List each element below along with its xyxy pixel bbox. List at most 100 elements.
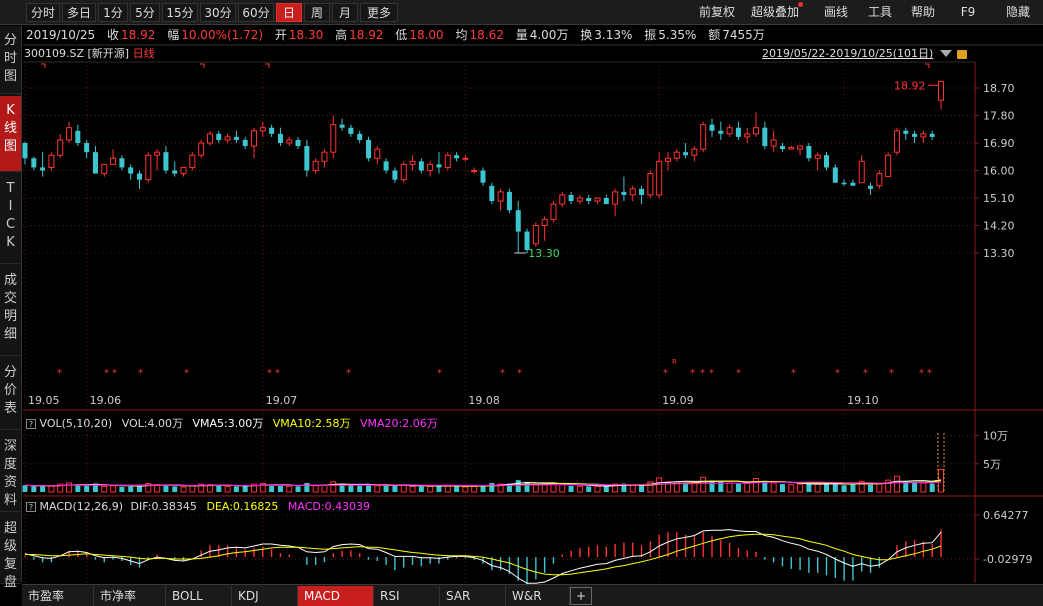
- candle-body: [480, 170, 486, 183]
- event-star-marker: *: [437, 368, 442, 379]
- price-tick-label: 15.10: [983, 192, 1015, 205]
- candle-body: [885, 154, 892, 178]
- volume-bar: [541, 484, 548, 493]
- volume-bar: [330, 481, 337, 493]
- volume-bar: [920, 482, 927, 493]
- candle-body: [744, 133, 751, 138]
- candle-body: [40, 167, 46, 171]
- candle-body: [304, 146, 310, 171]
- candle-body: [726, 127, 733, 135]
- volume-bar: [893, 475, 900, 493]
- candle-body: [392, 170, 398, 180]
- volume-bar: [779, 484, 785, 492]
- candle-body: [312, 160, 319, 171]
- volume-bar: [489, 482, 495, 492]
- indicator-tabs: 市盈率 市净率 BOLL KDJ MACD RSI SAR W&R +: [22, 584, 1043, 606]
- candle-body: [374, 148, 381, 159]
- candle-body: [639, 188, 645, 195]
- indicator-tab[interactable]: 市净率: [94, 586, 166, 606]
- candle-body: [66, 127, 73, 141]
- candle-body: [128, 167, 134, 174]
- candle-body: [444, 154, 451, 168]
- candle-body: [788, 147, 795, 150]
- candle-body: [454, 155, 460, 159]
- candle-body: [797, 145, 804, 150]
- volume-bar: [348, 485, 354, 492]
- min-price-label: 13.30: [528, 247, 560, 260]
- candle-body: [198, 142, 205, 156]
- volume-bar: [189, 485, 196, 493]
- volume-bar: [770, 482, 777, 493]
- candle-body: [814, 154, 821, 159]
- candle-body: [48, 154, 55, 168]
- volume-bar: [639, 485, 645, 492]
- indicator-tab[interactable]: W&R: [506, 586, 570, 606]
- volume-bar: [700, 476, 707, 493]
- vol-tick-label: 5万: [983, 458, 1001, 471]
- volume-bar: [471, 485, 478, 493]
- candle-body: [84, 143, 90, 153]
- volume-bar: [929, 483, 935, 492]
- volume-bar: [110, 485, 117, 493]
- candle-body: [154, 151, 161, 156]
- candle-body: [489, 185, 495, 202]
- volume-bar: [683, 482, 689, 492]
- event-star-marker: *: [709, 368, 714, 379]
- candle-body: [321, 151, 328, 162]
- event-star-marker: *: [835, 368, 840, 379]
- candle-body: [400, 163, 407, 181]
- candle-body: [436, 164, 442, 168]
- volume-bar: [409, 485, 416, 493]
- candle-body: [383, 161, 389, 171]
- volume-bar: [744, 483, 751, 493]
- candle-body: [295, 139, 301, 147]
- volume-bar: [66, 482, 73, 493]
- indicator-tab[interactable]: KDJ: [232, 586, 298, 606]
- candle-body: [903, 130, 909, 134]
- volume-bar: [172, 486, 178, 492]
- candle-body: [277, 133, 283, 143]
- volume-bar: [224, 485, 231, 493]
- candle-body: [920, 133, 927, 138]
- candle-body: [576, 197, 583, 202]
- event-star-marker: *: [919, 368, 924, 379]
- indicator-tab[interactable]: 市盈率: [22, 586, 94, 606]
- candle-body: [145, 154, 152, 181]
- volume-bar: [629, 484, 636, 493]
- volume-bar: [295, 486, 301, 492]
- candle-body: [868, 185, 874, 189]
- candle-body: [233, 136, 239, 140]
- volume-bar: [568, 485, 574, 492]
- kline-chart[interactable]: 18.70 17.80 16.90 16.00 15.10 14.20 13.30 19.05…: [0, 0, 1043, 584]
- indicator-tab[interactable]: RSI: [374, 586, 440, 606]
- volume-bar: [128, 486, 134, 492]
- event-letter-marker: R: [672, 358, 677, 366]
- candle-body: [163, 152, 169, 171]
- candle-body: [471, 170, 478, 172]
- candle-body: [858, 160, 865, 184]
- candle-body: [418, 161, 424, 171]
- indicator-tab[interactable]: BOLL: [166, 586, 232, 606]
- indicator-tab[interactable]: SAR: [440, 586, 506, 606]
- candle-body: [180, 166, 187, 175]
- volume-bar: [366, 484, 371, 492]
- macd-tick-label: 0.64277: [983, 509, 1029, 522]
- dea-line: [25, 533, 942, 576]
- candle-body: [330, 124, 337, 153]
- candle-body: [269, 127, 275, 134]
- volume-bar: [603, 485, 609, 492]
- date-tick-label: 19.10: [847, 394, 879, 407]
- candle-body: [75, 130, 81, 143]
- volume-bar: [806, 483, 812, 492]
- price-tick-label: 14.20: [983, 220, 1015, 233]
- candle-body: [119, 158, 125, 168]
- add-indicator-button[interactable]: +: [570, 587, 592, 605]
- volume-bar: [559, 483, 566, 493]
- event-star-marker: *: [517, 368, 522, 379]
- indicator-tab[interactable]: MACD: [298, 586, 374, 606]
- candle-body: [22, 143, 28, 159]
- event-star-marker: *: [500, 368, 505, 379]
- candle-body: [515, 210, 521, 232]
- price-tick-label: 16.90: [983, 137, 1015, 150]
- price-tick-label: 18.70: [983, 82, 1015, 95]
